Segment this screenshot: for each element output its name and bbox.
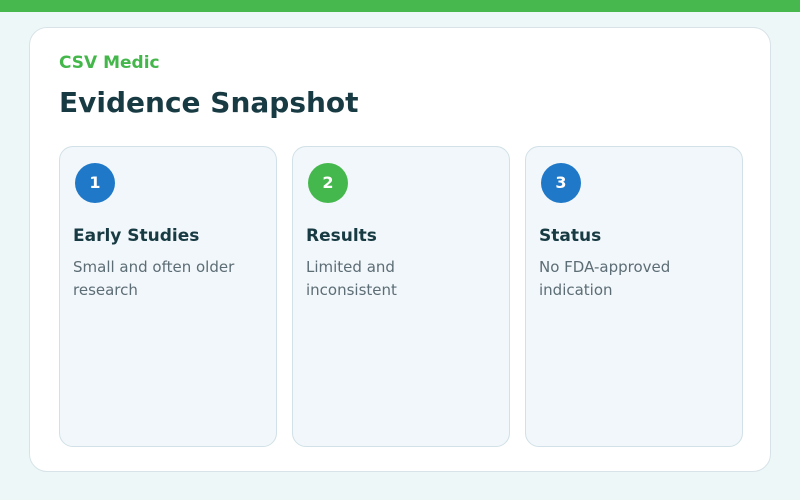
step-number-badge-1: 1 <box>75 163 115 203</box>
evidence-cards: 1 Early Studies Small and often older re… <box>59 146 743 447</box>
evidence-panel: CSV Medic Evidence Snapshot 1 Early Stud… <box>29 27 771 472</box>
top-accent-bar <box>0 0 800 12</box>
card-description-early-studies: Small and often older research <box>73 258 235 299</box>
card-title-results: Results <box>306 226 377 246</box>
card-title-status: Status <box>539 226 602 246</box>
card-description-results: Limited and inconsistent <box>306 258 397 299</box>
card-title-early-studies: Early Studies <box>73 226 200 246</box>
step-number-badge-3: 3 <box>541 163 581 203</box>
step-number-badge-2: 2 <box>308 163 348 203</box>
page-title: Evidence Snapshot <box>59 86 359 119</box>
card-description-status: No FDA-approved indication <box>539 258 671 299</box>
evidence-card-early-studies: 1 Early Studies Small and often older re… <box>59 146 277 447</box>
evidence-card-status: 3 Status No FDA-approved indication <box>525 146 743 447</box>
evidence-card-results: 2 Results Limited and inconsistent <box>292 146 510 447</box>
brand-label: CSV Medic <box>59 53 160 73</box>
